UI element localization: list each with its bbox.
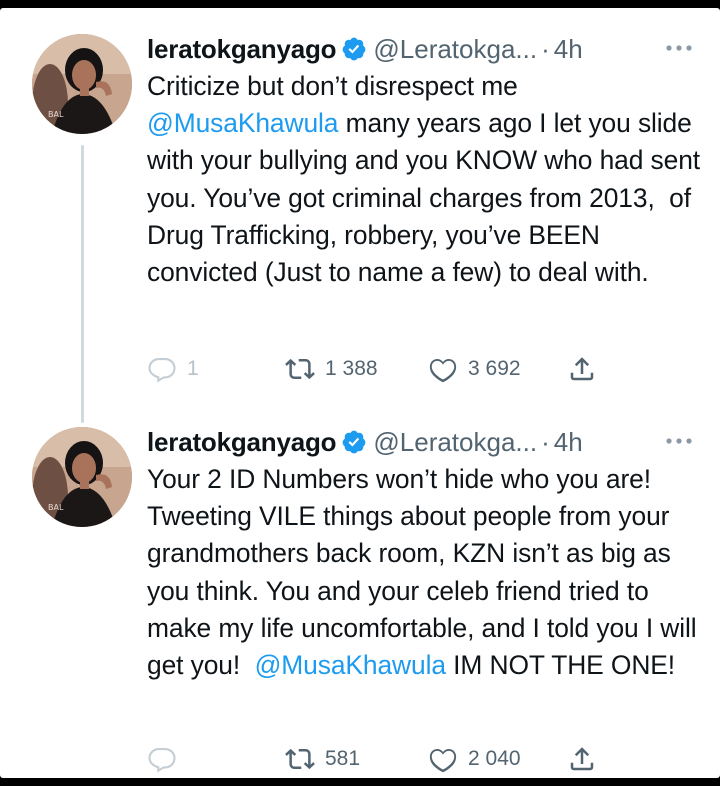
display-name[interactable]: leratokganyago <box>147 427 337 458</box>
share-icon <box>570 357 594 381</box>
retweet-button[interactable]: 581 <box>285 741 360 777</box>
like-icon <box>429 748 457 773</box>
share-icon <box>570 747 594 771</box>
tweet-text-part: Criticize but don’t disrespect me <box>147 71 518 101</box>
tweet-header: leratokganyago @Leratokga... · 4h <box>147 30 707 68</box>
reply-icon <box>148 357 176 383</box>
svg-text:BAL: BAL <box>48 503 64 512</box>
avatar[interactable]: BAL <box>32 427 132 527</box>
share-button[interactable] <box>567 351 597 387</box>
tweet-thread: BAL leratokganyago @Leratokga... · 4h Cr… <box>0 8 720 778</box>
reply-button[interactable]: 1 <box>147 351 199 387</box>
tweet-actions: 581 2 040 <box>147 741 707 777</box>
retweet-count: 581 <box>325 747 361 770</box>
reply-count: 1 <box>187 357 199 380</box>
handle[interactable]: @Leratokga... <box>373 427 537 458</box>
mention-link[interactable]: @MusaKhawula <box>147 108 338 138</box>
tweet-actions: 1 1 388 3 692 <box>147 351 707 387</box>
separator-dot: · <box>541 426 550 457</box>
svg-text:BAL: BAL <box>48 110 64 119</box>
tweet-text-part: Your 2 ID Numbers won’t hide who you are… <box>147 464 704 681</box>
mention-link[interactable]: @MusaKhawula <box>255 650 446 680</box>
timestamp[interactable]: 4h <box>554 427 583 458</box>
handle[interactable]: @Leratokga... <box>373 34 537 65</box>
timestamp[interactable]: 4h <box>554 34 583 65</box>
retweet-icon <box>285 358 315 380</box>
tweet-text: Criticize but don’t disrespect me @MusaK… <box>147 68 707 291</box>
reply-button[interactable] <box>147 741 187 777</box>
more-icon[interactable] <box>659 38 699 58</box>
separator-dot: · <box>541 33 550 64</box>
thread-connector-line <box>81 145 84 423</box>
tweet-text: Your 2 ID Numbers won’t hide who you are… <box>147 461 707 684</box>
avatar[interactable]: BAL <box>32 34 132 134</box>
retweet-count: 1 388 <box>325 357 378 380</box>
share-button[interactable] <box>567 741 597 777</box>
like-count: 3 692 <box>468 357 521 380</box>
tweet-header: leratokganyago @Leratokga... · 4h <box>147 423 707 461</box>
display-name[interactable]: leratokganyago <box>147 34 337 65</box>
like-icon <box>429 358 457 383</box>
tweet-text-part: IM NOT THE ONE! <box>445 650 676 681</box>
more-icon[interactable] <box>659 431 699 451</box>
like-button[interactable]: 2 040 <box>428 741 521 777</box>
like-button[interactable]: 3 692 <box>428 351 521 387</box>
like-count: 2 040 <box>468 747 521 770</box>
verified-badge-icon <box>341 429 367 455</box>
retweet-icon <box>285 748 315 770</box>
reply-icon <box>148 747 176 773</box>
retweet-button[interactable]: 1 388 <box>285 351 378 387</box>
verified-badge-icon <box>341 36 367 62</box>
